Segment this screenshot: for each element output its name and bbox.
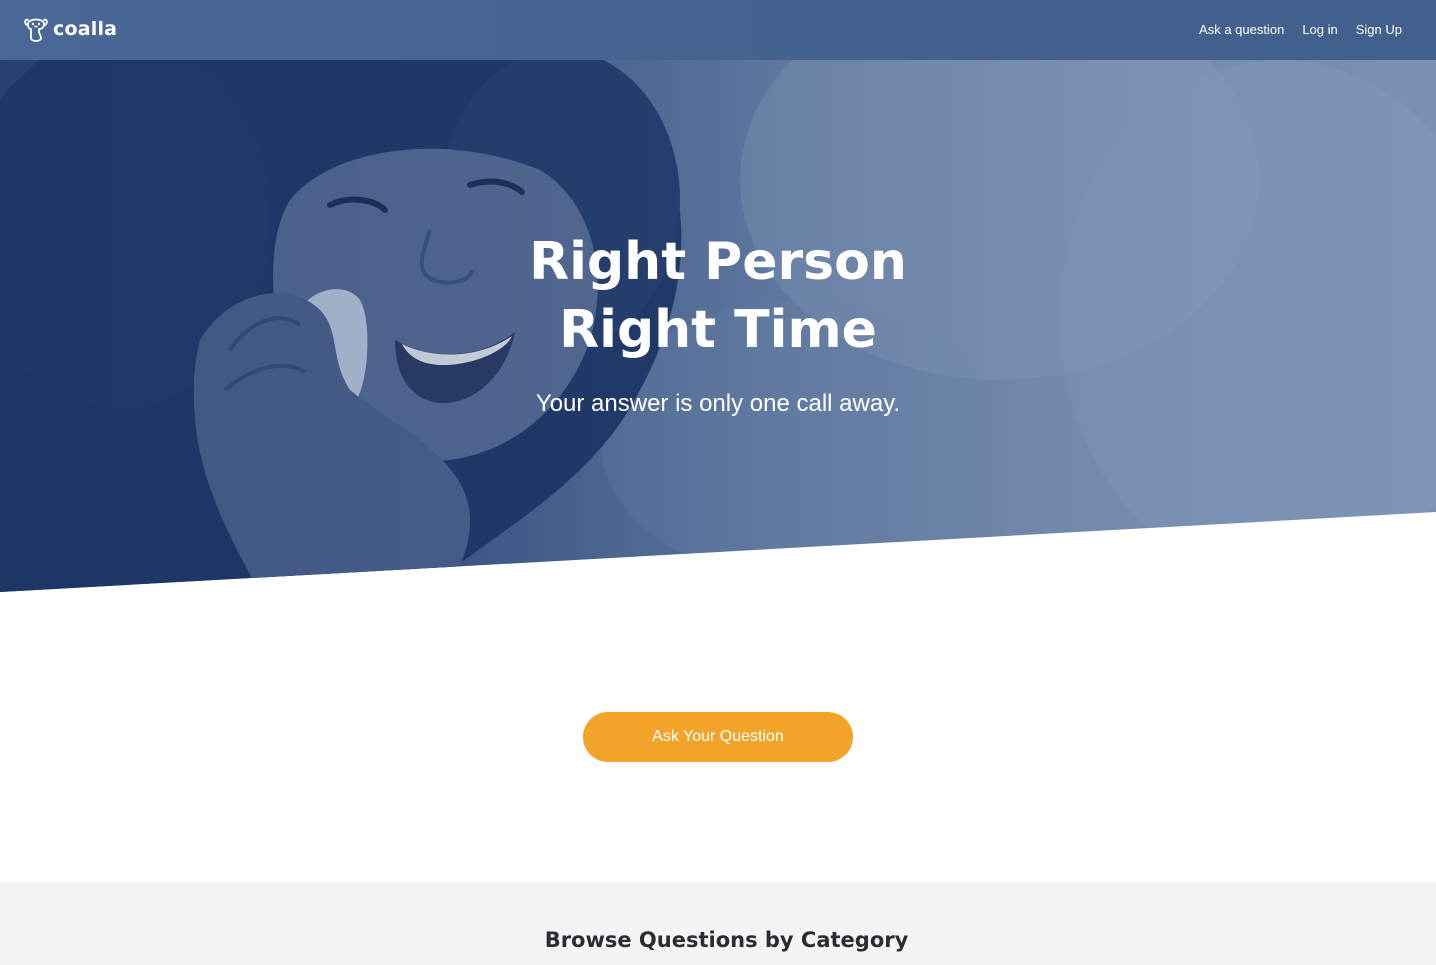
koala-icon [24, 18, 48, 42]
main-nav: Ask a question Log in Sign Up [1199, 0, 1402, 58]
page: coalla Ask a question Log in Sign Up Rig… [0, 0, 1436, 965]
hero-title-line-1: Right Person [529, 232, 907, 292]
top-navigation-bar: coalla Ask a question Log in Sign Up [0, 0, 1436, 60]
ask-your-question-button[interactable]: Ask Your Question [583, 712, 853, 762]
brand-name: coalla [53, 18, 118, 40]
browse-heading: Browse Questions by Category [544, 928, 909, 952]
hero-title: Right Person Right Time [0, 228, 1436, 364]
nav-signup-link[interactable]: Sign Up [1356, 22, 1402, 37]
browse-categories-section: Browse Questions by Category [0, 882, 1436, 965]
brand-logo[interactable]: coalla [23, 14, 117, 44]
hero-banner: Right Person Right Time Your answer is o… [0, 60, 1436, 592]
hero-subtitle: Your answer is only one call away. [535, 390, 901, 417]
nav-login-link[interactable]: Log in [1302, 22, 1337, 37]
hero-title-line-2: Right Time [559, 300, 877, 360]
nav-ask-question-link[interactable]: Ask a question [1199, 22, 1284, 37]
